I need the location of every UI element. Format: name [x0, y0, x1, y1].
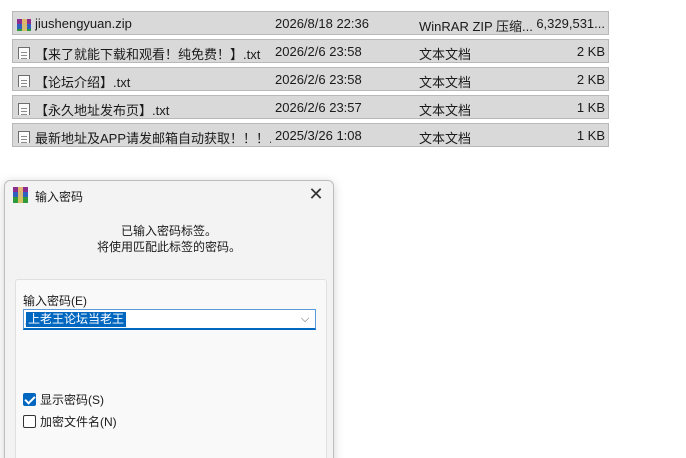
close-button[interactable]: ✕	[305, 184, 327, 206]
file-row[interactable]: 【论坛介绍】.txt 2026/2/6 23:58 文本文档 2 KB	[12, 67, 609, 91]
chevron-down-icon[interactable]: ⌵	[298, 311, 312, 327]
file-date: 2025/3/26 1:08	[275, 128, 362, 143]
file-type: WinRAR ZIP 压缩...	[419, 19, 533, 34]
file-name: 【论坛介绍】.txt	[35, 75, 131, 90]
file-type: 文本文档	[419, 47, 472, 62]
encrypt-filenames-label: 加密文件名(N)	[40, 415, 117, 429]
file-date: 2026/8/18 22:36	[275, 16, 369, 31]
file-name: jiushengyuan.zip	[35, 16, 132, 31]
dialog-titlebar[interactable]: 输入密码 ✕	[5, 181, 333, 209]
password-input[interactable]	[25, 311, 285, 328]
password-combobox[interactable]: 上老王论坛当老王 ⌵	[23, 309, 316, 330]
file-size: 2 KB	[576, 44, 605, 59]
file-type: 文本文档	[419, 75, 472, 90]
message-line-2: 将使用匹配此标签的密码。	[96, 240, 241, 254]
file-row[interactable]: 【永久地址发布页】.txt 2026/2/6 23:57 文本文档 1 KB	[12, 95, 609, 119]
winrar-archive-icon	[17, 15, 31, 31]
text-file-icon	[17, 99, 31, 115]
file-row[interactable]: jiushengyuan.zip 2026/8/18 22:36 WinRAR …	[12, 11, 609, 35]
file-size: 1 KB	[576, 100, 605, 115]
file-row[interactable]: 最新地址及APP请发邮箱自动获取！！！.... 2025/3/26 1:08 文…	[12, 123, 609, 147]
file-row[interactable]: 【来了就能下载和观看！纯免费！】.txt 2026/2/6 23:58 文本文档…	[12, 39, 609, 63]
file-size: 6,329,531...	[536, 16, 605, 31]
text-file-icon	[17, 43, 31, 59]
show-password-label: 显示密码(S)	[40, 393, 104, 407]
dialog-message: 已输入密码标签。 将使用匹配此标签的密码。	[5, 223, 333, 255]
file-type: 文本文档	[419, 131, 472, 146]
text-file-icon	[17, 127, 31, 143]
message-line-1: 已输入密码标签。	[120, 224, 217, 238]
file-type: 文本文档	[419, 103, 472, 118]
winrar-icon	[13, 187, 28, 203]
encrypt-filenames-checkbox[interactable]	[23, 415, 36, 428]
file-date: 2026/2/6 23:57	[275, 100, 362, 115]
close-icon: ✕	[308, 184, 324, 204]
password-panel: 输入密码(E) 上老王论坛当老王 ⌵ 显示密码(S) 加密文件名(N)	[15, 279, 327, 458]
file-list: jiushengyuan.zip 2026/8/18 22:36 WinRAR …	[12, 11, 609, 151]
file-name: 【来了就能下载和观看！纯免费！】.txt	[35, 47, 261, 62]
file-size: 1 KB	[576, 128, 605, 143]
file-date: 2026/2/6 23:58	[275, 44, 362, 59]
file-name: 【永久地址发布页】.txt	[35, 103, 170, 118]
show-password-checkbox[interactable]	[23, 393, 36, 406]
text-file-icon	[17, 71, 31, 87]
file-name: 最新地址及APP请发邮箱自动获取！！！....	[35, 131, 271, 146]
file-size: 2 KB	[576, 72, 605, 87]
dialog-title: 输入密码	[35, 190, 84, 204]
password-dialog: 输入密码 ✕ 已输入密码标签。 将使用匹配此标签的密码。 输入密码(E) 上老王…	[4, 180, 334, 458]
password-label: 输入密码(E)	[23, 294, 87, 308]
file-date: 2026/2/6 23:58	[275, 72, 362, 87]
